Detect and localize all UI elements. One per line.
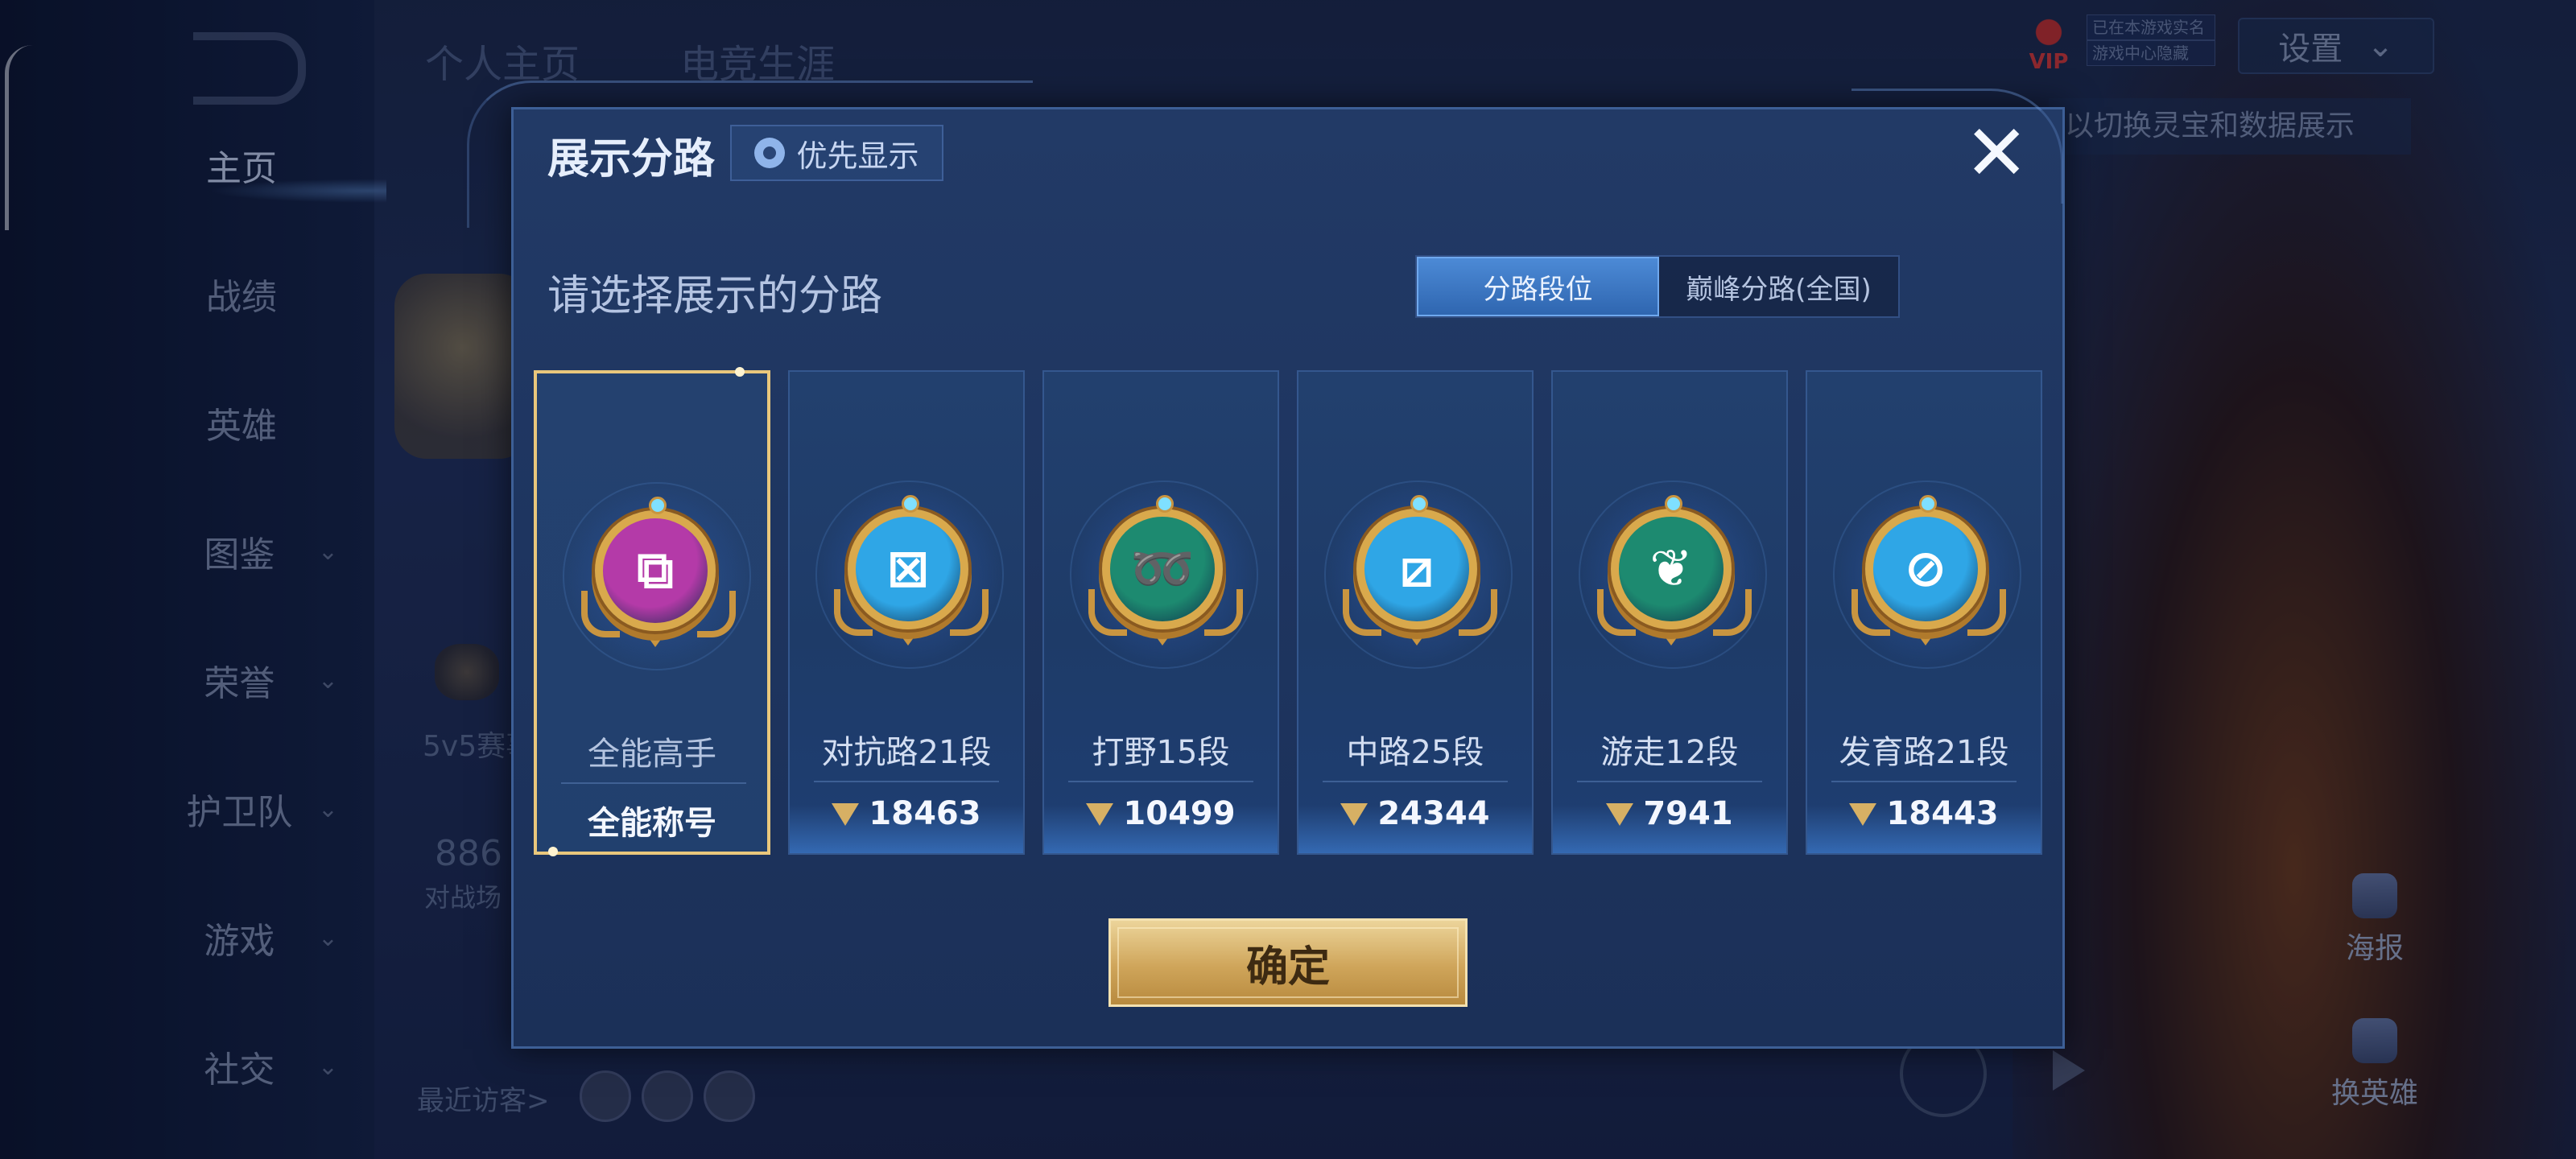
confirm-button-frame (1117, 927, 1459, 998)
lane-badge-icon: ⧉ (595, 510, 716, 631)
badge-frame (642, 629, 668, 647)
points-icon (1849, 800, 1877, 827)
lane-name: 游走12段 (1600, 734, 1739, 771)
lane-symbol-icon: ➿ (1130, 539, 1195, 600)
lane-badge-icon: ⊠ (848, 509, 968, 629)
lane-symbol-icon: ⊘ (1904, 539, 1947, 599)
lane-view-toggle: 分路段位 巅峰分路(全国) (1415, 255, 1900, 318)
lane-value: 7941 (1553, 795, 1786, 832)
lane-value-text: 全能称号 (588, 805, 716, 842)
lane-name: 中路25段 (1346, 734, 1484, 771)
selection-corner (735, 367, 745, 377)
card-divider (814, 781, 999, 782)
badge-frame (1150, 628, 1175, 645)
badge-gem-icon (1410, 495, 1428, 513)
lane-card[interactable]: ❦ 游走12段 7941 (1551, 370, 1788, 855)
dialog-ornament (1852, 89, 2063, 204)
lane-value: 10499 (1044, 795, 1278, 832)
lane-name: 全能高手 (588, 736, 716, 773)
badge-frame (1404, 628, 1430, 645)
lane-badge-icon: ❦ (1611, 509, 1732, 629)
lane-badge-icon: ⧄ (1356, 509, 1477, 629)
gear-icon (754, 138, 786, 168)
lane-value-text: 18443 (1886, 795, 1999, 832)
lane-card[interactable]: ⊘ 发育路21段 18443 (1806, 370, 2042, 855)
dialog-subtitle: 请选择展示的分路 (547, 272, 883, 320)
lane-value-text: 24344 (1377, 795, 1490, 832)
lane-card[interactable]: ⊠ 对抗路21段 18463 (788, 370, 1025, 855)
lane-card[interactable]: ➿ 打野15段 10499 (1042, 370, 1279, 855)
lane-card-list: ⧉ 全能高手全能称号 ⊠ 对抗路21段 18463 ➿ 打野15段 10499 ⧄ 中路25段 24… (534, 367, 2044, 856)
tab-lane-rank[interactable]: 分路段位 (1417, 257, 1659, 316)
confirm-button[interactable]: 确定 (1108, 918, 1468, 1007)
card-divider (1068, 781, 1253, 782)
lane-value: 18463 (790, 795, 1023, 832)
lane-name: 发育路21段 (1839, 734, 2009, 771)
points-icon (1340, 800, 1368, 827)
badge-frame (1913, 628, 1938, 645)
points-icon (1606, 800, 1634, 827)
lane-badge-icon: ⊘ (1865, 509, 1986, 629)
lane-name: 打野15段 (1092, 734, 1230, 771)
badge-gem-icon (1156, 495, 1174, 513)
tab-peak-lane[interactable]: 巅峰分路(全国) (1659, 257, 1898, 316)
lane-card[interactable]: ⧄ 中路25段 24344 (1297, 370, 1534, 855)
lane-card[interactable]: ⧉ 全能高手全能称号 (534, 367, 770, 856)
badge-gem-icon (1919, 495, 1937, 513)
card-divider (1831, 781, 2017, 782)
lane-symbol-icon: ⊠ (886, 539, 930, 599)
lane-value-text: 18463 (869, 795, 981, 832)
points-icon (832, 800, 860, 827)
lane-value: 18443 (1807, 795, 2041, 832)
badge-gem-icon (902, 495, 919, 513)
badge-gem-icon (649, 497, 667, 514)
lane-symbol-icon: ❦ (1649, 539, 1693, 599)
lane-symbol-icon: ⧉ (637, 541, 674, 600)
priority-display-button[interactable]: 优先显示 (730, 125, 943, 181)
priority-label: 优先显示 (796, 138, 919, 174)
card-divider (1577, 781, 1762, 782)
lane-value-text: 7941 (1643, 795, 1733, 832)
close-button[interactable]: ✕ (1964, 114, 2029, 192)
lane-value-text: 10499 (1123, 795, 1236, 832)
dialog-title: 展示分路 (547, 135, 716, 184)
lane-value: 24344 (1298, 795, 1532, 832)
badge-frame (895, 628, 921, 645)
card-divider (1323, 781, 1508, 782)
badge-frame (1658, 628, 1684, 645)
lane-name: 对抗路21段 (821, 734, 992, 771)
points-icon (1086, 800, 1114, 827)
badge-gem-icon (1665, 495, 1682, 513)
card-divider (561, 782, 746, 784)
selection-corner (548, 847, 558, 856)
lane-badge-icon: ➿ (1102, 509, 1223, 629)
lane-symbol-icon: ⧄ (1400, 539, 1434, 599)
lane-value: 全能称号 (537, 797, 767, 843)
